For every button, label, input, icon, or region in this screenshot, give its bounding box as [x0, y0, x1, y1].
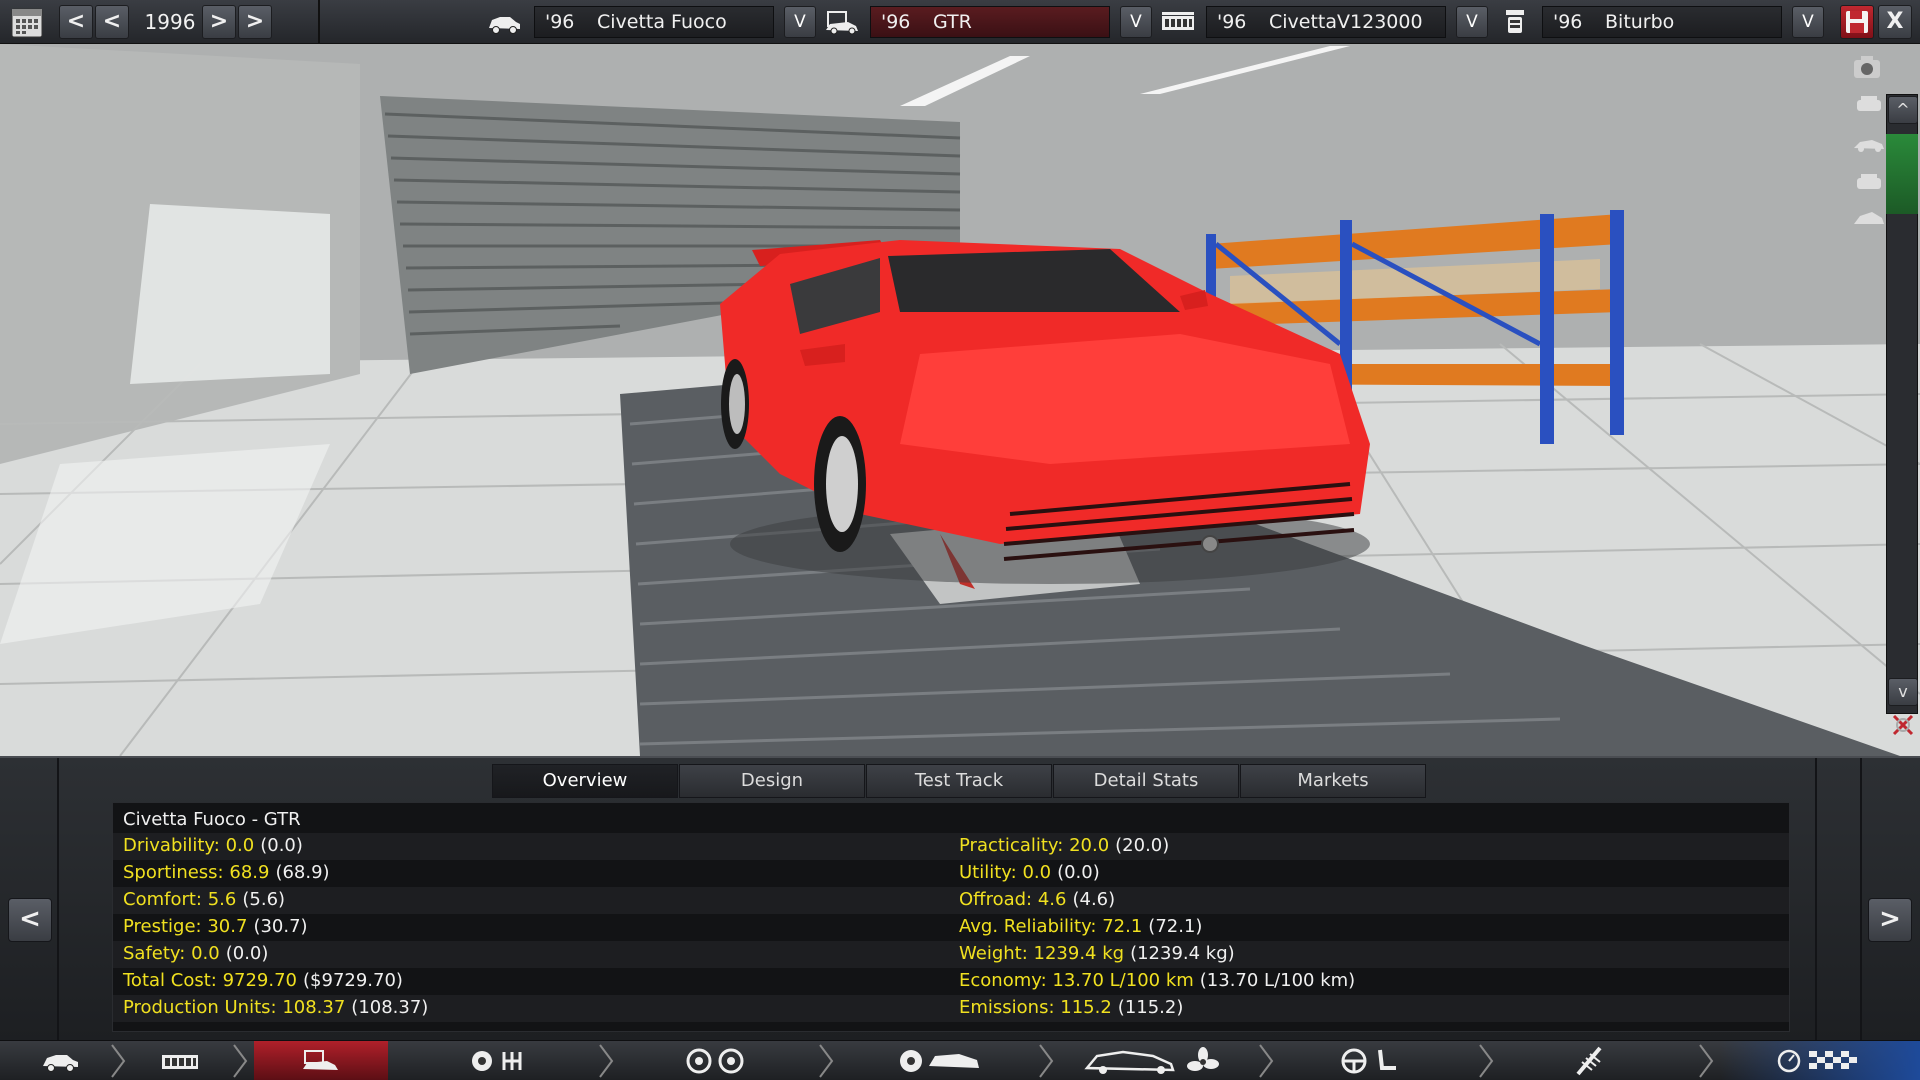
- stat-sportiness: Sportiness: 68.9 (68.9): [123, 862, 330, 883]
- stage-engine-block[interactable]: [130, 1041, 230, 1080]
- view-front-icon[interactable]: [1854, 94, 1884, 120]
- chevron-right-icon: [1699, 1044, 1714, 1078]
- engine-field: '96 CivettaV123000: [1206, 6, 1446, 38]
- car-3d-viewport[interactable]: [0, 44, 1920, 756]
- chevron-right-icon: [1259, 1044, 1274, 1078]
- stats-row: Sportiness: 68.9 (68.9) Utility: 0.0 (0.0): [113, 860, 1789, 887]
- car-model-icon: [486, 8, 522, 36]
- aero-fan-icon: [1084, 1047, 1219, 1074]
- stats-row: Safety: 0.0 (0.0) Weight: 1239.4 kg (1239.…: [113, 941, 1789, 968]
- save-icon: [1846, 11, 1868, 33]
- calendar-icon[interactable]: [10, 5, 44, 39]
- stats-row: Comfort: 5.6 (5.6) Offroad: 4.6 (4.6): [113, 887, 1789, 914]
- year-next-fast-button[interactable]: >: [238, 5, 272, 39]
- stat-utility: Utility: 0.0 (0.0): [959, 862, 1100, 883]
- car-model-icon: [43, 1055, 78, 1072]
- stage-chassis[interactable]: [460, 1041, 540, 1080]
- stage-brakes-body[interactable]: [888, 1041, 988, 1080]
- chevron-right-icon: [819, 1044, 834, 1078]
- stat-comfort: Comfort: 5.6 (5.6): [123, 889, 286, 910]
- year-next-button[interactable]: >: [202, 5, 236, 39]
- view-angle-icon[interactable]: [1852, 206, 1886, 234]
- stat-safety: Safety: 0.0 (0.0): [123, 943, 269, 964]
- chevron-right-icon: [599, 1044, 614, 1078]
- engine-variant-field: '96 Biturbo: [1542, 6, 1782, 38]
- stat-practicality: Practicality: 20.0 (20.0): [959, 835, 1170, 856]
- close-button[interactable]: X: [1878, 5, 1912, 39]
- car-title: Civetta Fuoco - GTR: [123, 809, 301, 830]
- car-trim-icon: [303, 1050, 338, 1070]
- stage-suspension[interactable]: [1560, 1041, 1620, 1080]
- year-prev-button[interactable]: <: [95, 5, 129, 39]
- year-prev-fast-button[interactable]: <: [59, 5, 93, 39]
- garage-scene: [0, 44, 1920, 756]
- top-toolbar: < < 1996 > > '96 Civetta Fuoco V '96 GTR V…: [0, 0, 1920, 44]
- stat-prestige: Prestige: 30.7 (30.7): [123, 916, 308, 937]
- stage-testing[interactable]: [1720, 1041, 1920, 1080]
- save-button[interactable]: [1840, 5, 1874, 39]
- engine-variant-icon: [1498, 8, 1534, 36]
- next-car-button[interactable]: >: [1868, 898, 1912, 942]
- view-rear-icon[interactable]: [1854, 172, 1884, 198]
- engine-icon: [162, 1055, 198, 1069]
- zoom-down-button[interactable]: v: [1888, 678, 1918, 706]
- stage-aero[interactable]: [1078, 1041, 1228, 1080]
- engine-variant-dropdown-button[interactable]: V: [1792, 6, 1824, 38]
- camera-icon[interactable]: [1852, 54, 1882, 84]
- stats-row: Production Units: 108.37 (108.37) Emissio…: [113, 995, 1789, 1022]
- tab-markets[interactable]: Markets: [1240, 764, 1426, 798]
- trim-field: '96 GTR: [870, 6, 1110, 38]
- wheels-icon: [686, 1048, 744, 1074]
- stage-trim[interactable]: [254, 1041, 388, 1080]
- stage-car-model[interactable]: [20, 1041, 100, 1080]
- gauge-flag-icon: [1777, 1049, 1857, 1073]
- gearbox-icon: [472, 1051, 522, 1071]
- stage-interior[interactable]: [1330, 1041, 1410, 1080]
- stats-panel: Overview Design Test Track Detail Stats …: [0, 756, 1920, 1042]
- stats-row: Prestige: 30.7 (30.7) Avg. Reliability: 7…: [113, 914, 1789, 941]
- tab-design[interactable]: Design: [679, 764, 865, 798]
- model-dropdown-button[interactable]: V: [784, 6, 816, 38]
- tab-detail-stats[interactable]: Detail Stats: [1053, 764, 1239, 798]
- view-side-icon[interactable]: [1852, 134, 1886, 158]
- prev-car-button[interactable]: <: [8, 898, 52, 942]
- model-field: '96 Civetta Fuoco: [534, 6, 774, 38]
- year-display: 1996: [144, 10, 196, 34]
- car-trim-icon: [824, 8, 860, 36]
- zoom-up-button[interactable]: ^: [1888, 96, 1918, 124]
- designer-stage-nav: [0, 1040, 1920, 1080]
- brake-body-icon: [900, 1050, 979, 1072]
- overview-stats: Civetta Fuoco - GTR Drivability: 0.0 (0.0…: [112, 802, 1790, 1032]
- stat-weight: Weight: 1239.4 kg (1239.4 kg): [959, 943, 1235, 964]
- trim-dropdown-button[interactable]: V: [1120, 6, 1152, 38]
- stat-economy: Economy: 13.70 L/100 km (13.70 L/100 km): [959, 970, 1356, 991]
- stat-drivability: Drivability: 0.0 (0.0): [123, 835, 303, 856]
- zoom-level-bar: [1886, 134, 1918, 214]
- reset-view-icon[interactable]: [1890, 712, 1916, 742]
- stats-row: Drivability: 0.0 (0.0) Practicality: 20.0…: [113, 833, 1789, 860]
- chevron-right-icon: [233, 1044, 248, 1078]
- suspension-icon: [1576, 1046, 1602, 1076]
- steering-seat-icon: [1341, 1048, 1396, 1074]
- engine-dropdown-button[interactable]: V: [1456, 6, 1488, 38]
- tab-test-track[interactable]: Test Track: [866, 764, 1052, 798]
- stat-production-units: Production Units: 108.37 (108.37): [123, 997, 429, 1018]
- stage-wheels[interactable]: [676, 1041, 756, 1080]
- chevron-right-icon: [1039, 1044, 1054, 1078]
- stat-total-cost: Total Cost: 9729.70 ($9729.70): [123, 970, 403, 991]
- stat-reliability: Avg. Reliability: 72.1 (72.1): [959, 916, 1203, 937]
- chevron-right-icon: [1479, 1044, 1494, 1078]
- stat-offroad: Offroad: 4.6 (4.6): [959, 889, 1116, 910]
- stats-row: Total Cost: 9729.70 ($9729.70) Economy: 1…: [113, 968, 1789, 995]
- stat-emissions: Emissions: 115.2 (115.2): [959, 997, 1184, 1018]
- tab-overview[interactable]: Overview: [492, 764, 678, 798]
- engine-icon: [1160, 8, 1196, 36]
- camera-tools: ^ v: [1850, 44, 1920, 756]
- chevron-right-icon: [111, 1044, 126, 1078]
